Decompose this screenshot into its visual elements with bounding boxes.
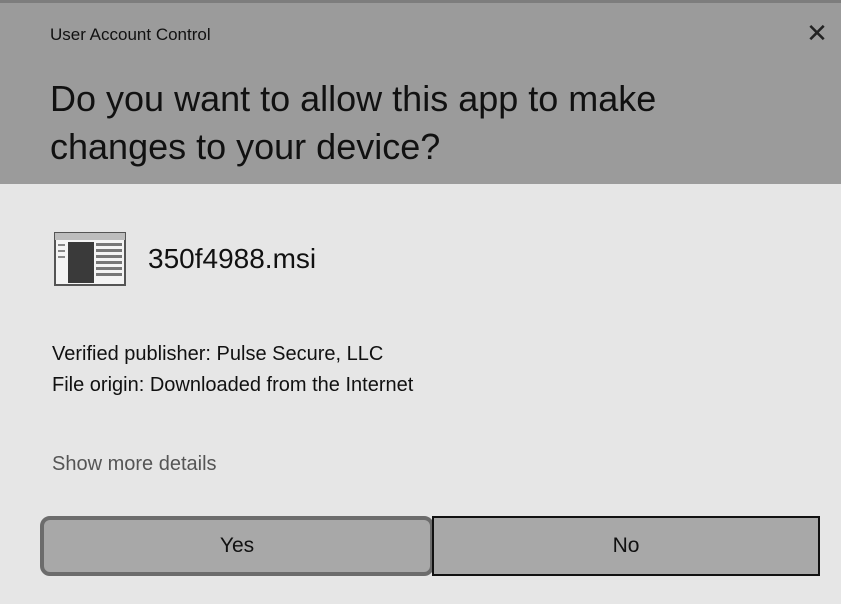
file-origin: File origin: Downloaded from the Interne… [52,374,414,396]
no-button-label: No [612,534,640,557]
no-button[interactable]: No [432,516,820,576]
file-row: 350f4988.msi [54,232,316,286]
dialog-header: User Account Control ✕ Do you want to al… [0,0,841,184]
uac-dialog: User Account Control ✕ Do you want to al… [0,0,841,604]
dialog-title: User Account Control [50,25,211,44]
prompt-question: Do you want to allow this app to make ch… [50,78,657,167]
show-more-details-link[interactable]: Show more details [52,453,217,476]
yes-button[interactable]: Yes [40,516,434,576]
file-name: 350f4988.msi [148,243,317,274]
installer-window-icon [54,232,126,286]
yes-button-label: Yes [219,534,255,557]
close-button[interactable]: ✕ [799,15,835,51]
verified-publisher: Verified publisher: Pulse Secure, LLC [52,343,384,365]
close-icon: ✕ [806,17,828,48]
